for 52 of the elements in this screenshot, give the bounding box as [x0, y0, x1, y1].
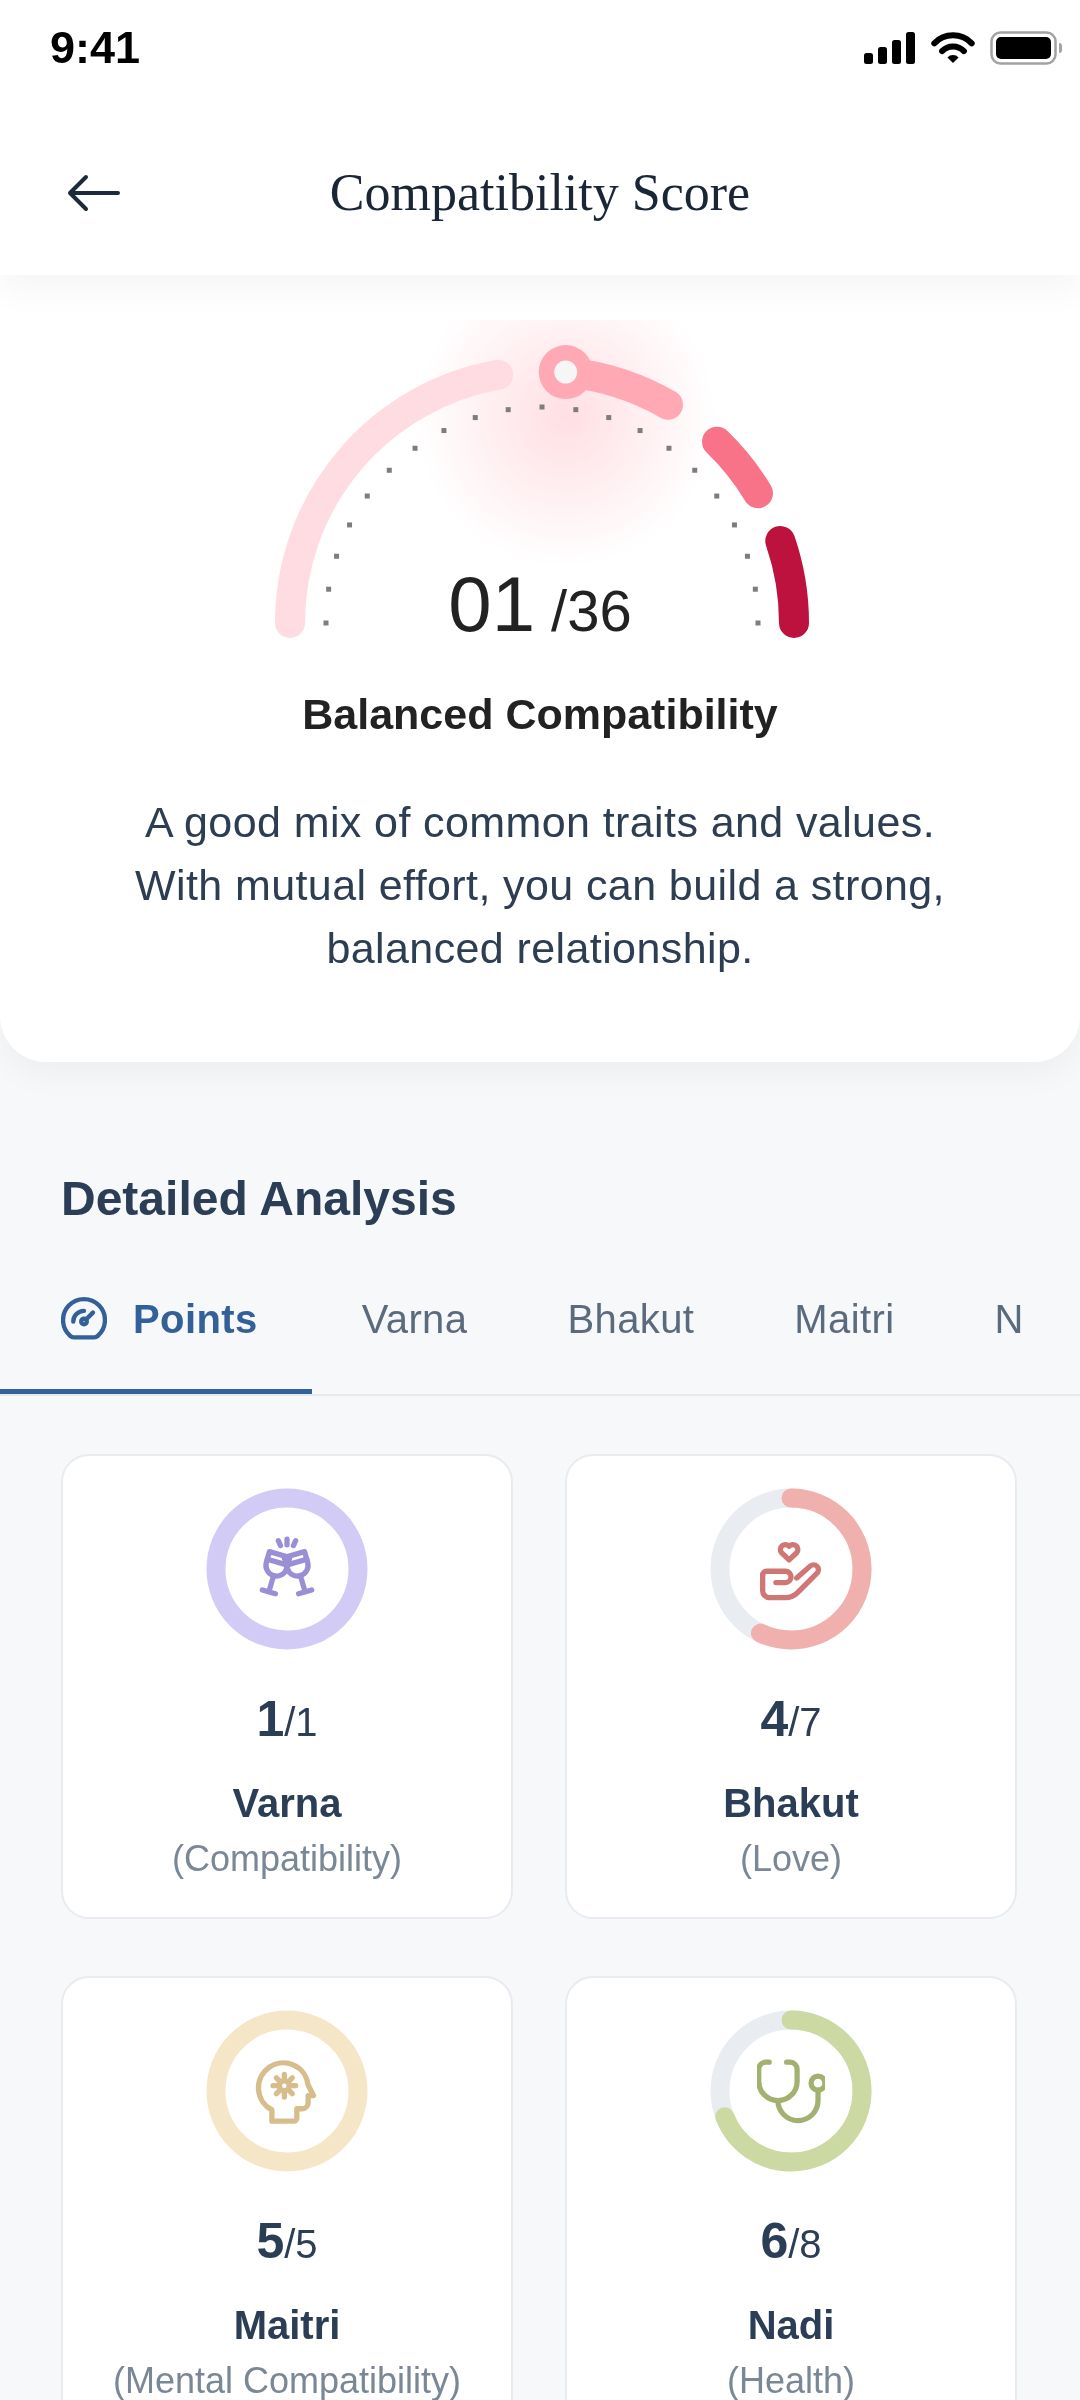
gauge-tick [692, 467, 698, 473]
signal-icon [864, 31, 916, 64]
points-score: 6/8 [760, 2212, 822, 2271]
gauge-tick [472, 415, 478, 421]
points-score: 4/7 [760, 1690, 822, 1749]
card-subtitle: (Compatibility) [171, 1837, 402, 1881]
gauge-icon [61, 1296, 107, 1342]
gauge-tick [539, 404, 545, 410]
result-title: Balanced Compatibility [301, 689, 779, 740]
analysis-tab[interactable]: Points [0, 1249, 312, 1394]
points-score: 5/5 [256, 2212, 318, 2271]
gauge-tick [573, 407, 579, 413]
gauge-tick [364, 493, 370, 499]
section-title: Detailed Analysis [60, 1171, 458, 1227]
status-time: 9:41 [50, 25, 141, 70]
gauge-tick [412, 445, 418, 451]
back-button[interactable] [66, 173, 122, 213]
gauge-tick [606, 415, 612, 421]
battery-icon [990, 30, 1064, 65]
card-title: Nadi [747, 2302, 835, 2349]
gauge-tick [334, 553, 340, 559]
card-title: Varna [232, 1780, 342, 1827]
analysis-tab[interactable]: Bhakut [517, 1249, 745, 1394]
gauge-tick [323, 620, 329, 626]
points-score: 1/1 [256, 1690, 318, 1749]
gauge-tick [441, 428, 447, 434]
card-subtitle: (Love) [739, 1837, 842, 1881]
gauge-tick [386, 467, 392, 473]
result-description: A good mix of common traits and values. With mutual effort, you can build a strong, balanced relationship. [134, 797, 946, 974]
gauge-tick [505, 407, 511, 413]
gauge-tick [731, 522, 737, 528]
analysis-tab[interactable]: Varna [311, 1249, 518, 1394]
score-total: /36 [551, 582, 632, 640]
wifi-icon [930, 31, 976, 64]
score-value: 01 [448, 565, 536, 643]
gauge-tick [714, 493, 720, 499]
arrow-left-icon [66, 173, 122, 213]
analysis-tab[interactable]: Maitri [744, 1249, 945, 1394]
gauge-tick [326, 586, 332, 592]
card-title: Bhakut [723, 1780, 859, 1827]
card-title: Maitri [233, 2302, 341, 2349]
card-subtitle: (Mental Compatibility) [112, 2359, 462, 2400]
card-subtitle: (Health) [726, 2359, 855, 2400]
gauge-tick [347, 522, 353, 528]
stethoscope-icon [757, 2057, 825, 2125]
gauge-tick [637, 428, 643, 434]
gauge-tick [744, 553, 750, 559]
gauge-tick [666, 445, 672, 451]
analysis-tab[interactable]: N [944, 1249, 1074, 1394]
gauge-tick [752, 586, 758, 592]
page-title: Compatibility Score [329, 163, 751, 223]
gauge-tick [755, 620, 761, 626]
